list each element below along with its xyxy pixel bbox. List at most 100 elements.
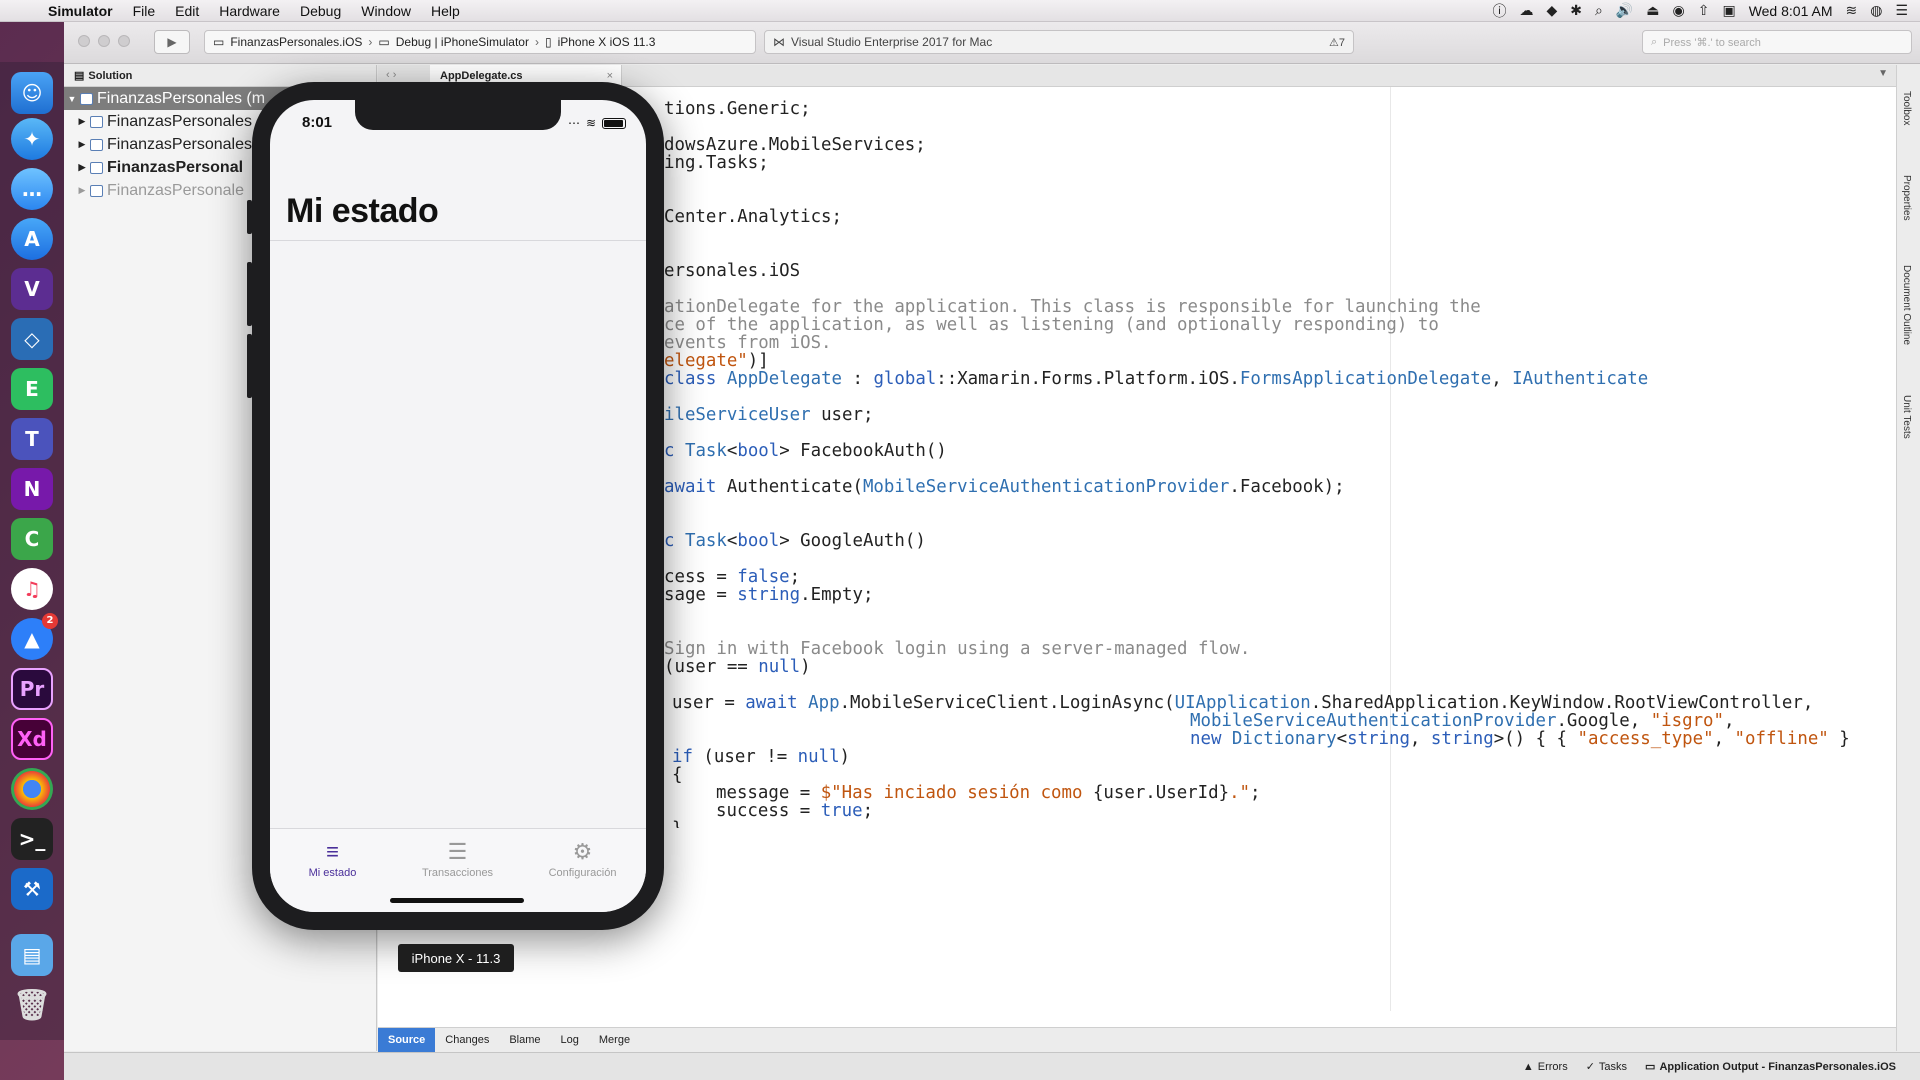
camtasia-icon[interactable]: C [11, 518, 53, 560]
tab-label: AppDelegate.cs [440, 70, 523, 82]
camera-icon[interactable]: ◉ [1673, 2, 1685, 19]
disclosure-closed-icon[interactable]: ▶ [74, 116, 90, 127]
messages-icon[interactable]: … [11, 168, 53, 210]
list-icon[interactable]: ☰ [1895, 2, 1908, 19]
minimize-window-button[interactable] [98, 35, 110, 47]
cloud-icon[interactable]: ☁ [1519, 2, 1533, 19]
finder-icon[interactable]: ☺ [11, 72, 53, 114]
code-line: ileServiceUser user; [664, 405, 874, 425]
warning-icon: ⚠ [1329, 36, 1339, 49]
wifi-icon: ≋ [585, 116, 596, 130]
run-configuration-selector[interactable]: ▭ FinanzasPersonales.iOS › ▭ Debug | iPh… [204, 30, 756, 54]
pad-properties[interactable]: Properties [1901, 175, 1912, 221]
mute-switch[interactable] [247, 200, 252, 234]
zoom-window-button[interactable] [118, 35, 130, 47]
run-button[interactable]: ▶ [154, 30, 190, 54]
info-icon[interactable]: ⓘ [1492, 1, 1506, 21]
premiere-icon[interactable]: Pr [11, 668, 53, 710]
project-node-icon [90, 161, 103, 174]
tab-changes[interactable]: Changes [435, 1028, 499, 1052]
visual-studio-icon[interactable]: V [11, 268, 53, 310]
home-indicator[interactable] [390, 898, 524, 903]
menu-hardware[interactable]: Hardware [209, 3, 290, 19]
code-line: { [672, 765, 683, 785]
code-line: Center.Analytics; [664, 207, 842, 227]
trash-icon[interactable]: 🗑 [11, 984, 53, 1026]
menu-app-name[interactable]: Simulator [38, 3, 123, 19]
status-bar-time: 8:01 [302, 114, 333, 131]
tab-merge[interactable]: Merge [589, 1028, 640, 1052]
xd-icon[interactable]: Xd [11, 718, 53, 760]
vscode-icon[interactable]: ◇ [11, 318, 53, 360]
errors-pad-button[interactable]: ▲ Errors [1523, 1061, 1568, 1073]
menu-file[interactable]: File [123, 3, 166, 19]
volume-down-button[interactable] [247, 334, 252, 398]
evernote-icon[interactable]: E [11, 368, 53, 410]
tab-nav-arrows-icon[interactable]: ‹ › [386, 69, 396, 81]
tree-item-label: FinanzasPersonale [107, 181, 244, 199]
menu-edit[interactable]: Edit [165, 3, 209, 19]
tab-log[interactable]: Log [551, 1028, 589, 1052]
menu-clock[interactable]: Wed 8:01 AM [1749, 3, 1833, 19]
terminal-icon[interactable]: >_ [11, 818, 53, 860]
code-line: ersonales.iOS [664, 261, 801, 281]
disclosure-closed-icon[interactable]: ▶ [74, 139, 90, 150]
application-output-button[interactable]: ▭ Application Output - FinanzasPersonales… [1645, 1060, 1896, 1074]
volume-up-button[interactable] [247, 262, 252, 326]
tab-configuracion[interactable]: ⚙ Configuración [520, 837, 645, 879]
close-tab-icon[interactable]: × [607, 70, 621, 82]
menu-debug[interactable]: Debug [290, 3, 351, 19]
upload-icon[interactable]: ⇧ [1698, 2, 1710, 19]
volume-icon[interactable]: 🔊 [1616, 2, 1633, 19]
pad-document-outline[interactable]: Document Outline [1901, 265, 1912, 345]
teams-icon[interactable]: T [11, 418, 53, 460]
chrome-icon[interactable] [11, 768, 53, 810]
tree-item-label: FinanzasPersonales [107, 135, 252, 153]
tab-transacciones[interactable]: ☰ Transacciones [395, 837, 520, 879]
notification-icon[interactable]: ▣ [1722, 2, 1735, 19]
disclosure-closed-icon[interactable]: ▶ [74, 185, 90, 196]
ide-toolbar: ▶ ▭ FinanzasPersonales.iOS › ▭ Debug | i… [64, 22, 1920, 64]
warnings-indicator[interactable]: ⚠7 [1329, 36, 1353, 49]
app-store-icon[interactable]: A [11, 218, 53, 260]
menu-window[interactable]: Window [351, 3, 421, 19]
menu-help[interactable]: Help [421, 3, 470, 19]
pad-toolbox[interactable]: Toolbox [1901, 91, 1912, 125]
search-placeholder: Press '⌘.' to search [1663, 36, 1761, 49]
bluetooth-icon[interactable]: ✱ [1570, 2, 1582, 19]
search-icon[interactable]: ⌕ [1595, 2, 1603, 19]
user-icon[interactable]: ◍ [1870, 2, 1882, 19]
onenote-icon[interactable]: N [11, 468, 53, 510]
tab-mi-estado[interactable]: ≡ Mi estado [270, 837, 395, 879]
build-config[interactable]: Debug | iPhoneSimulator [396, 35, 529, 49]
search-icon: ⌕ [1651, 35, 1658, 48]
pad-unit-tests[interactable]: Unit Tests [1901, 395, 1912, 439]
warnings-count: 7 [1338, 36, 1345, 49]
tree-item-label: FinanzasPersonal [107, 158, 244, 176]
tasks-pad-button[interactable]: ✓ Tasks [1586, 1060, 1627, 1074]
testflight-icon[interactable]: ▲ 2 [11, 613, 58, 660]
tab-label: Configuración [548, 867, 617, 879]
output-icon: ▭ [1645, 1061, 1656, 1073]
xcode-icon[interactable]: ⚒ [11, 868, 53, 910]
tab-source[interactable]: Source [378, 1027, 436, 1052]
target-device[interactable]: iPhone X iOS 11.3 [558, 35, 656, 49]
close-window-button[interactable] [78, 35, 90, 47]
dock-badge: 2 [42, 613, 58, 629]
play-icon: ▶ [167, 35, 177, 49]
downloads-folder-icon[interactable]: ▤ [11, 934, 53, 976]
tab-label: Mi estado [308, 867, 357, 879]
disclosure-closed-icon[interactable]: ▶ [74, 162, 90, 173]
tab-blame[interactable]: Blame [499, 1028, 550, 1052]
startup-project[interactable]: FinanzasPersonales.iOS [230, 35, 362, 49]
disclosure-open-icon[interactable]: ▼ [64, 94, 80, 104]
simulator-screen[interactable]: 8:01 ⋯ ≋ Mi estado ≡ Mi estado ☰ Transac… [270, 100, 646, 912]
music-icon[interactable]: ♫ [11, 568, 53, 610]
list-icon: ☰ [447, 839, 468, 864]
safari-icon[interactable]: ✦ [11, 118, 53, 160]
dropbox-icon[interactable]: ◆ [1546, 2, 1557, 19]
eject-icon[interactable]: ⏏ [1646, 2, 1659, 19]
global-search-input[interactable]: ⌕ Press '⌘.' to search [1642, 30, 1912, 54]
tab-dropdown-icon[interactable]: ▼ [1878, 68, 1888, 79]
wifi-icon[interactable]: ≋ [1845, 2, 1857, 19]
